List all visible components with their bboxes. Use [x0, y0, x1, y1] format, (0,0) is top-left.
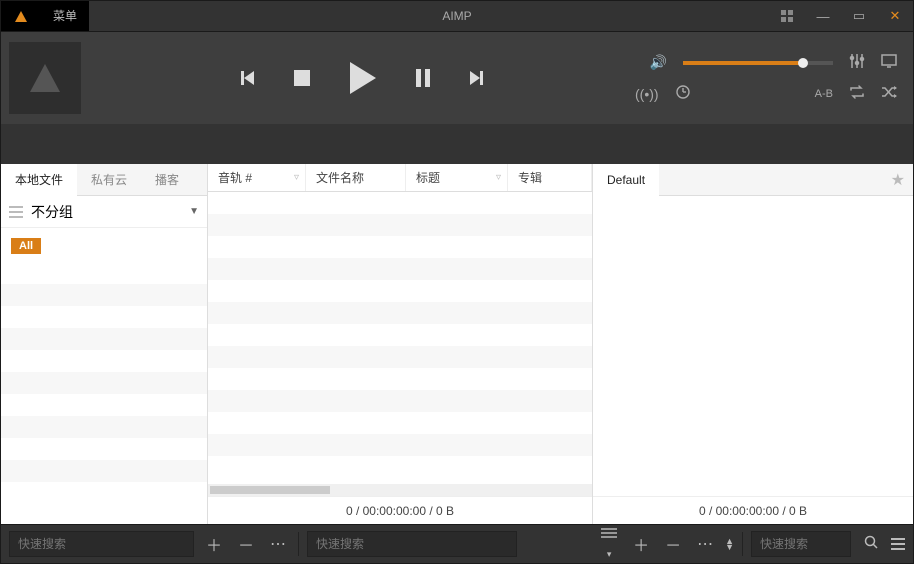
column-filename[interactable]: 文件名称: [306, 164, 406, 191]
ab-repeat-button[interactable]: A-B: [815, 88, 833, 100]
table-row: [208, 346, 592, 368]
grouping-dropdown[interactable]: ▼: [189, 206, 199, 217]
horizontal-scrollbar[interactable]: [208, 484, 592, 496]
list-item: [1, 350, 207, 372]
tracks-search-input[interactable]: [307, 531, 517, 557]
tracks-pane: 音轨 #▿ 文件名称 标题▿ 专辑 0 / 00:00:00:00 / 0 B: [208, 164, 593, 524]
table-row: [208, 368, 592, 390]
table-row: [208, 434, 592, 456]
minimize-icon: —: [817, 9, 830, 24]
player-panel: 🔊 ((•)) A-B: [0, 32, 914, 124]
stop-icon: [294, 70, 310, 86]
previous-icon: [241, 71, 254, 85]
tab-local-files[interactable]: 本地文件: [1, 164, 77, 196]
tab-podcasts[interactable]: 播客: [141, 164, 193, 196]
table-row: [208, 236, 592, 258]
tracks-list: [208, 192, 592, 484]
repeat-button[interactable]: [849, 85, 865, 102]
play-button[interactable]: [350, 62, 376, 94]
close-icon: ✕: [890, 8, 901, 24]
shuffle-button[interactable]: [881, 85, 897, 102]
tracks-remove-button[interactable]: －: [661, 532, 685, 556]
list-item: [1, 262, 207, 284]
tracks-more-button[interactable]: ⋯: [693, 534, 717, 554]
playlist-search-button[interactable]: [859, 535, 883, 554]
table-row: [208, 302, 592, 324]
library-search-input[interactable]: [9, 531, 194, 557]
next-button[interactable]: [470, 71, 483, 85]
tab-cloud[interactable]: 私有云: [77, 164, 141, 196]
library-remove-button[interactable]: －: [234, 532, 258, 556]
visualization-button[interactable]: [881, 54, 897, 71]
list-item: [1, 284, 207, 306]
list-item: [1, 438, 207, 460]
stop-button[interactable]: [294, 70, 310, 86]
bottom-toolbar: ＋ － ⋯ ▾ ＋ － ⋯ ▲▼: [0, 524, 914, 564]
library-add-button[interactable]: ＋: [202, 532, 226, 556]
timer-button[interactable]: [675, 85, 691, 102]
list-item: [1, 306, 207, 328]
favorite-button[interactable]: ★: [891, 170, 905, 190]
list-item: [1, 372, 207, 394]
window-title: AIMP: [442, 9, 471, 23]
column-track-number[interactable]: 音轨 #▿: [208, 164, 306, 191]
filter-icon[interactable]: ▿: [496, 172, 501, 183]
album-art: [9, 42, 81, 114]
info-bar: [0, 124, 914, 164]
table-row: [208, 324, 592, 346]
table-row: [208, 390, 592, 412]
compact-view-button[interactable]: [769, 1, 805, 31]
playlist-search-input[interactable]: [751, 531, 851, 557]
tracks-sort-button[interactable]: ▲▼: [725, 538, 734, 550]
library-list: [1, 262, 207, 524]
volume-icon[interactable]: 🔊: [650, 54, 667, 71]
playlist-pane: Default ★ 0 / 00:00:00:00 / 0 B: [593, 164, 913, 524]
maximize-button[interactable]: ▭: [841, 1, 877, 31]
close-button[interactable]: ✕: [877, 1, 913, 31]
tab-default-playlist[interactable]: Default: [593, 164, 659, 196]
next-icon: [470, 71, 483, 85]
filter-icon[interactable]: ▿: [294, 172, 299, 183]
play-icon: [350, 62, 376, 94]
filter-all-badge[interactable]: All: [11, 238, 41, 254]
table-row: [208, 214, 592, 236]
previous-button[interactable]: [241, 71, 254, 85]
library-pane: 本地文件 私有云 播客 不分组 ▼ All: [1, 164, 208, 524]
minimize-button[interactable]: —: [805, 1, 841, 31]
tracks-view-mode-button[interactable]: ▾: [597, 526, 621, 562]
table-row: [208, 258, 592, 280]
column-headers: 音轨 #▿ 文件名称 标题▿ 专辑: [208, 164, 592, 192]
grouping-label: 不分组: [31, 202, 181, 222]
list-item: [1, 416, 207, 438]
playlist-status: 0 / 00:00:00:00 / 0 B: [593, 496, 913, 524]
app-logo: [1, 1, 41, 31]
title-bar: 菜单 AIMP — ▭ ✕: [0, 0, 914, 32]
table-row: [208, 192, 592, 214]
table-row: [208, 412, 592, 434]
grouping-menu-button[interactable]: [9, 206, 23, 218]
playlist-list: [593, 196, 913, 496]
radio-button[interactable]: ((•)): [635, 86, 659, 102]
maximize-icon: ▭: [853, 8, 865, 24]
grid-icon: [781, 10, 793, 22]
equalizer-button[interactable]: [849, 54, 865, 71]
library-more-button[interactable]: ⋯: [266, 534, 290, 554]
column-title[interactable]: 标题▿: [406, 164, 508, 191]
volume-slider[interactable]: [683, 61, 833, 65]
column-album[interactable]: 专辑: [508, 164, 592, 191]
playlist-menu-button[interactable]: [891, 538, 905, 550]
pause-button[interactable]: [416, 69, 430, 87]
table-row: [208, 280, 592, 302]
list-item: [1, 394, 207, 416]
library-tabs: 本地文件 私有云 播客: [1, 164, 207, 196]
main-menu-button[interactable]: 菜单: [41, 1, 89, 31]
pause-icon: [416, 69, 430, 87]
list-item: [1, 460, 207, 482]
tracks-add-button[interactable]: ＋: [629, 532, 653, 556]
tracks-status: 0 / 00:00:00:00 / 0 B: [208, 496, 592, 524]
list-item: [1, 328, 207, 350]
